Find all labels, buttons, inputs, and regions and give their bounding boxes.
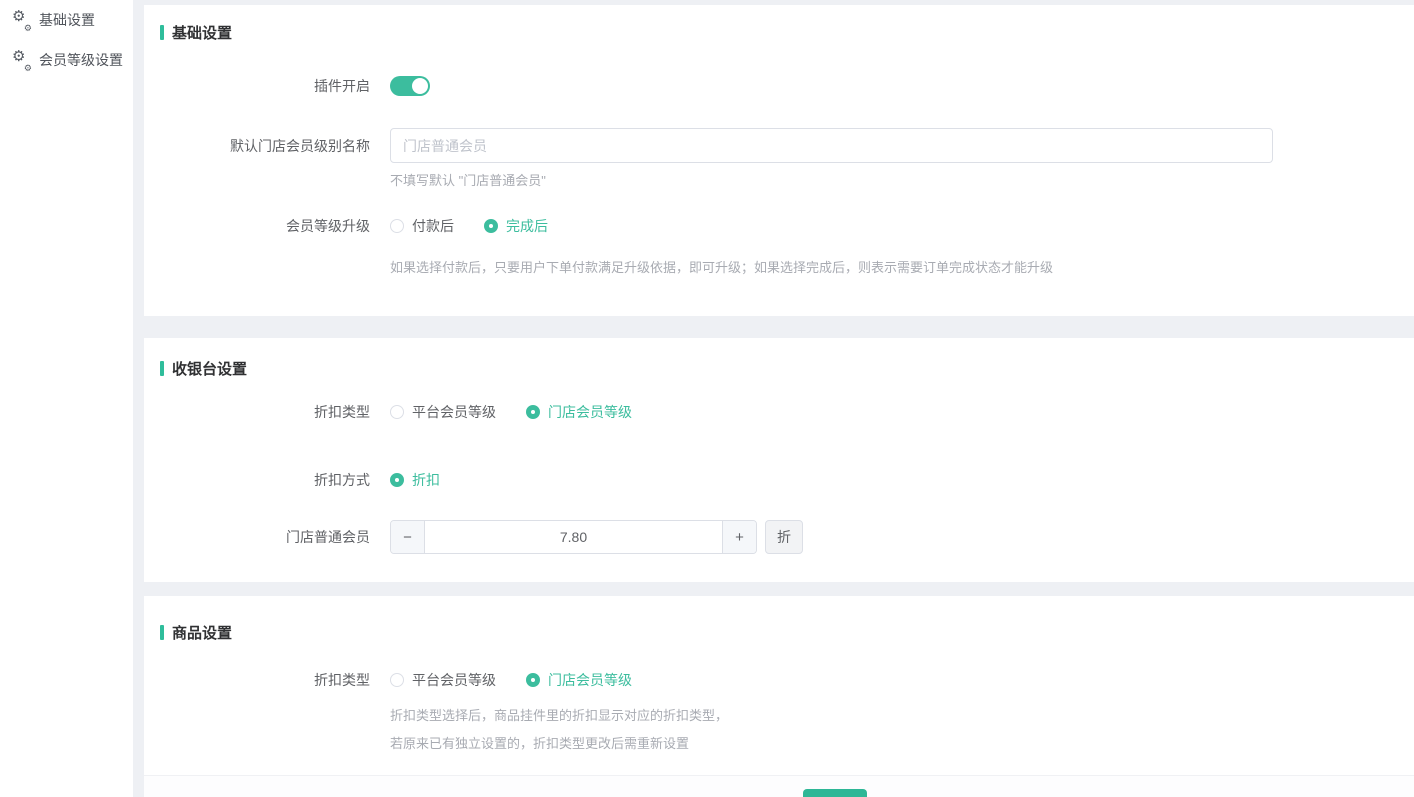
upgrade-rule-radio-group: 付款后 完成后 <box>390 216 548 236</box>
radio-after-payment[interactable]: 付款后 <box>390 216 454 236</box>
discount-unit-button[interactable]: 折 <box>765 520 803 554</box>
sidebar-item-label: 会员等级设置 <box>39 50 123 70</box>
goods-discount-type-row: 折扣类型 平台会员等级 门店会员等级 <box>144 670 1414 690</box>
section-title: 商品设置 <box>172 622 232 643</box>
goods-discount-help-line1: 折扣类型选择后，商品挂件里的折扣显示对应的折扣类型， <box>144 705 1414 724</box>
discount-mode-radio-group: 折扣 <box>390 470 440 490</box>
store-member-label: 门店普通会员 <box>144 527 370 547</box>
goods-settings-card: 商品设置 折扣类型 平台会员等级 门店会员等级 折扣类型选择后，商品挂件里的折扣… <box>144 596 1414 775</box>
section-bar <box>160 361 164 376</box>
discount-stepper: − + <box>390 520 757 554</box>
radio-discount[interactable]: 折扣 <box>390 470 440 490</box>
cashier-settings-header: 收银台设置 <box>144 338 1414 379</box>
discount-type-label: 折扣类型 <box>144 402 370 422</box>
default-name-label: 默认门店会员级别名称 <box>144 136 370 156</box>
basic-settings-card: 基础设置 插件开启 默认门店会员级别名称 不填写默认 "门店普通会员" 会员等级… <box>144 5 1414 316</box>
discount-mode-row: 折扣方式 折扣 <box>144 470 1414 490</box>
default-name-input[interactable] <box>390 128 1273 163</box>
default-name-help: 不填写默认 "门店普通会员" <box>144 170 1414 189</box>
radio-icon <box>390 473 404 487</box>
stepper-increase-button[interactable]: + <box>722 521 756 553</box>
radio-icon <box>390 673 404 687</box>
radio-store-member-level[interactable]: 门店会员等级 <box>526 670 632 690</box>
store-member-discount-row: 门店普通会员 − + 折 <box>144 520 1414 554</box>
settings-sidebar: ⚙⚙ 基础设置 ⚙⚙ 会员等级设置 <box>0 0 133 797</box>
radio-after-completion[interactable]: 完成后 <box>484 216 548 236</box>
upgrade-rule-help: 如果选择付款后，只要用户下单付款满足升级依据，即可升级；如果选择完成后，则表示需… <box>144 257 1414 276</box>
save-button[interactable] <box>803 789 867 797</box>
cogs-icon: ⚙⚙ <box>13 12 32 29</box>
settings-main: 基础设置 插件开启 默认门店会员级别名称 不填写默认 "门店普通会员" 会员等级… <box>144 0 1414 797</box>
radio-icon <box>390 405 404 419</box>
discount-value-input[interactable] <box>425 521 722 553</box>
basic-settings-header: 基础设置 <box>144 5 1414 43</box>
radio-icon <box>526 673 540 687</box>
discount-mode-label: 折扣方式 <box>144 470 370 490</box>
form-footer <box>144 775 1414 797</box>
section-title: 基础设置 <box>172 22 232 43</box>
radio-icon <box>390 219 404 233</box>
plugin-enable-toggle[interactable] <box>390 76 430 96</box>
goods-settings-header: 商品设置 <box>144 596 1414 643</box>
plugin-enable-label: 插件开启 <box>144 76 370 96</box>
upgrade-rule-row: 会员等级升级 付款后 完成后 <box>144 216 1414 236</box>
stepper-decrease-button[interactable]: − <box>391 521 425 553</box>
section-bar <box>160 25 164 40</box>
sidebar-item-member-level-settings[interactable]: ⚙⚙ 会员等级设置 <box>0 48 133 72</box>
cashier-discount-type-row: 折扣类型 平台会员等级 门店会员等级 <box>144 402 1414 422</box>
cashier-settings-card: 收银台设置 折扣类型 平台会员等级 门店会员等级 折扣方式 折扣 <box>144 338 1414 582</box>
radio-icon <box>484 219 498 233</box>
discount-type-radio-group: 平台会员等级 门店会员等级 <box>390 402 632 422</box>
section-title: 收银台设置 <box>172 358 247 379</box>
default-name-row: 默认门店会员级别名称 <box>144 128 1414 163</box>
radio-store-member-level[interactable]: 门店会员等级 <box>526 402 632 422</box>
plugin-enable-row: 插件开启 <box>144 76 1414 96</box>
sidebar-item-label: 基础设置 <box>39 10 95 30</box>
cogs-icon: ⚙⚙ <box>13 52 32 69</box>
toggle-knob <box>412 78 428 94</box>
section-bar <box>160 625 164 640</box>
radio-platform-member-level[interactable]: 平台会员等级 <box>390 670 496 690</box>
upgrade-rule-label: 会员等级升级 <box>144 216 370 236</box>
discount-type-radio-group: 平台会员等级 门店会员等级 <box>390 670 632 690</box>
radio-platform-member-level[interactable]: 平台会员等级 <box>390 402 496 422</box>
discount-type-label: 折扣类型 <box>144 670 370 690</box>
goods-discount-help-line2: 若原来已有独立设置的，折扣类型更改后需重新设置 <box>144 733 1414 752</box>
sidebar-item-basic-settings[interactable]: ⚙⚙ 基础设置 <box>0 8 133 32</box>
radio-icon <box>526 405 540 419</box>
